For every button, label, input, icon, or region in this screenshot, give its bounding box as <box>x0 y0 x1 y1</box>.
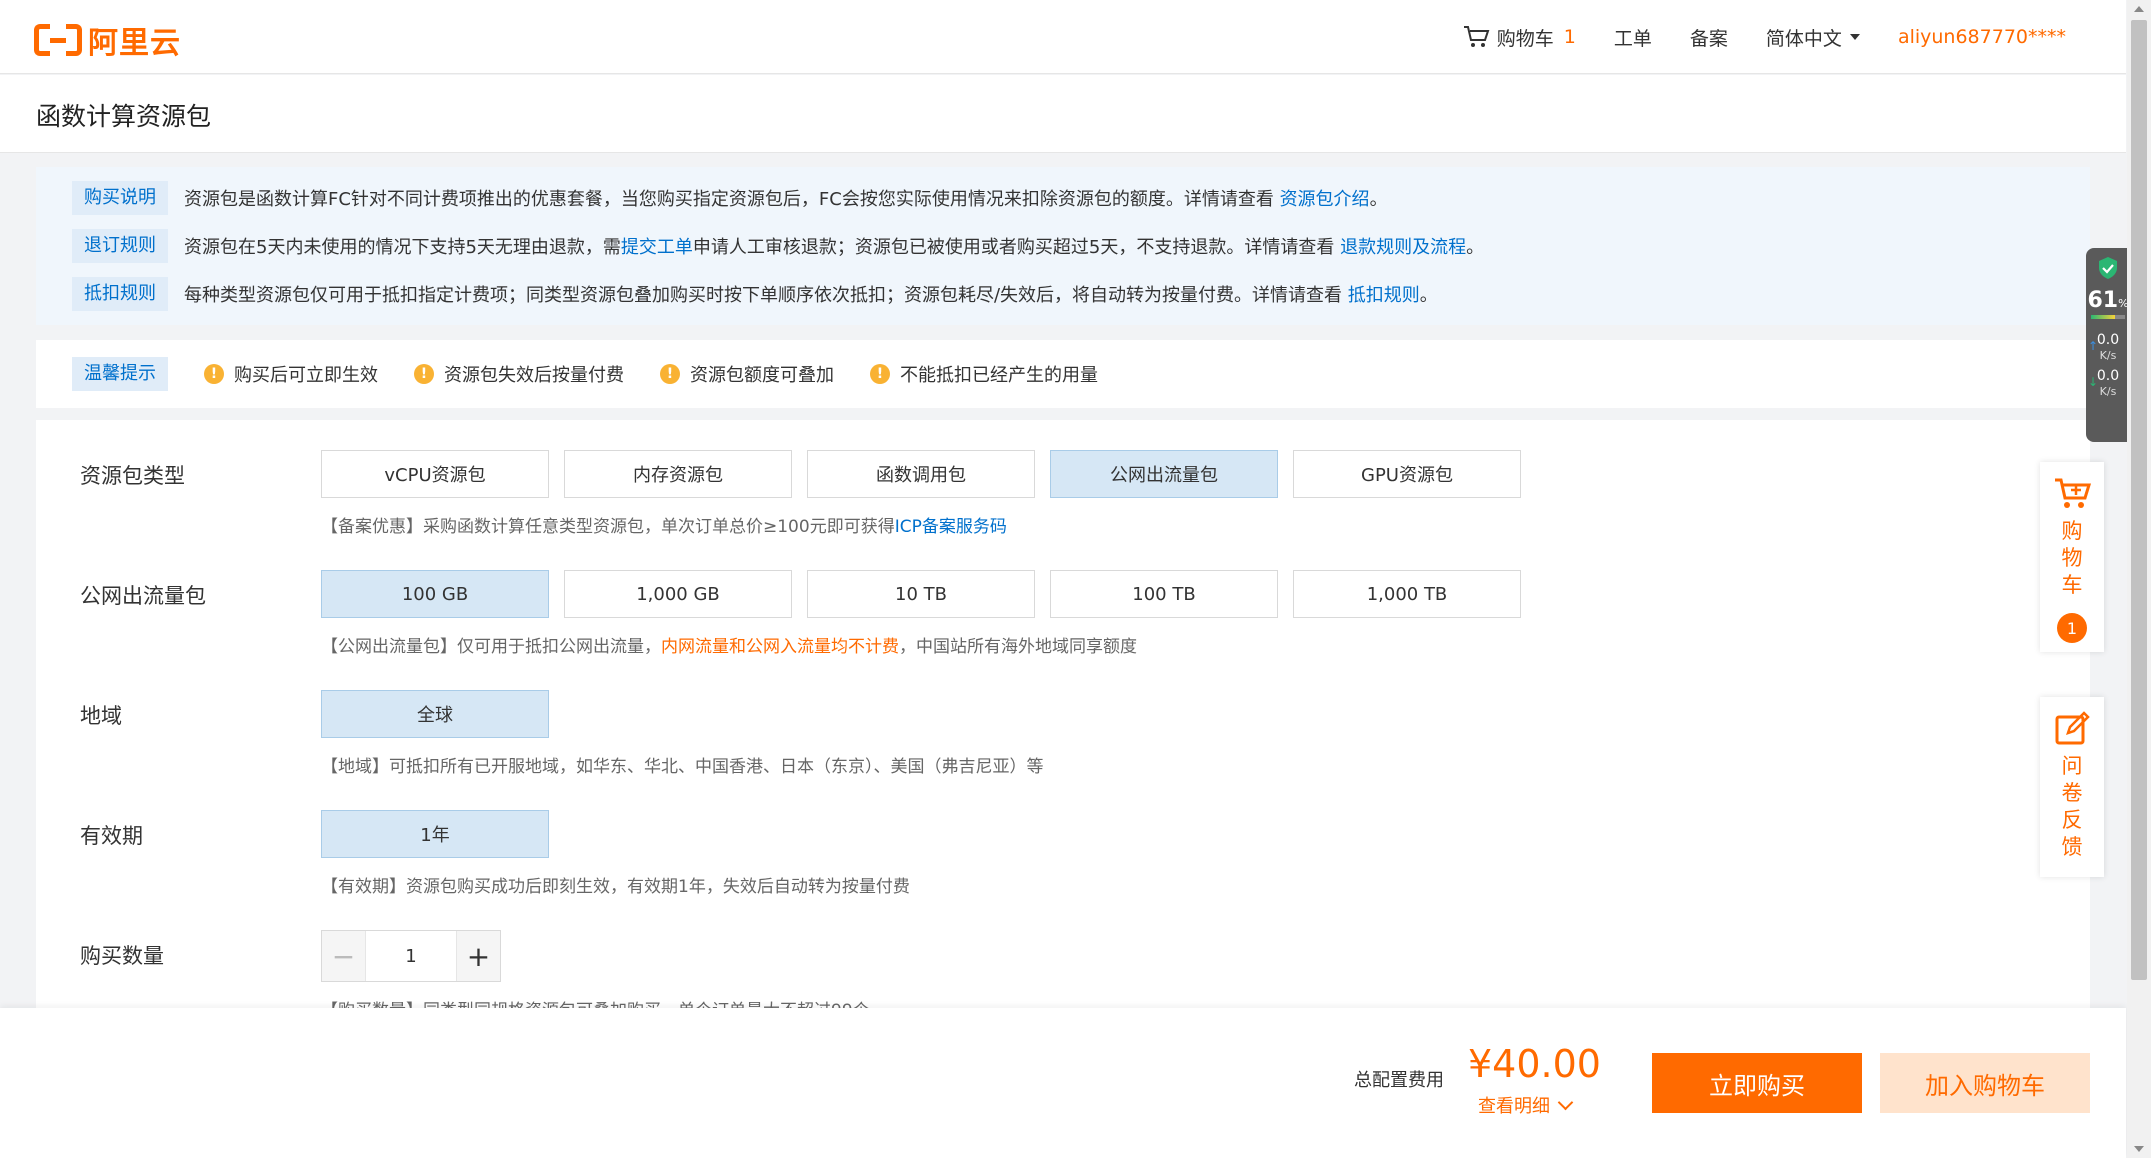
total-label: 总配置费用 <box>1354 1070 1444 1091</box>
edit-icon <box>2055 711 2090 745</box>
floating-survey[interactable]: 问卷反馈 <box>2040 697 2104 877</box>
shield-check-icon <box>2099 257 2117 279</box>
language-label: 简体中文 <box>1765 27 1842 50</box>
cart-icon <box>2055 478 2091 508</box>
option-1-year[interactable]: 1年 <box>321 810 549 858</box>
download-speed: ↓ 0.0 K/s <box>2088 368 2120 399</box>
top-nav: 购物车 1 工单 备案 简体中文 aliyun687770**** <box>1425 0 2066 74</box>
total-price: ¥40.00 <box>1468 1042 1601 1086</box>
option-memory[interactable]: 内存资源包 <box>564 450 792 498</box>
type-hint: 【备案优惠】采购函数计算任意类型资源包，单次订单总价≥100元即可获得ICP备案… <box>321 517 1007 537</box>
view-detail-link[interactable]: 查看明细 <box>1478 1092 1574 1118</box>
traffic-hint: 【公网出流量包】仅可用于抵扣公网出流量，内网流量和公网入流量均不计费，中国站所有… <box>321 637 1137 657</box>
option-outbound-traffic[interactable]: 公网出流量包 <box>1050 450 1278 498</box>
submit-ticket-link[interactable]: 提交工单 <box>621 237 693 258</box>
period-hint: 【有效期】资源包购买成功后即刻生效，有效期1年，失效后自动转为按量付费 <box>321 877 910 897</box>
caret-down-icon <box>1849 34 1860 40</box>
scrollbar-thumb[interactable] <box>2131 20 2147 980</box>
warning-icon: ! <box>870 364 890 384</box>
memory-percent: 61% <box>2087 288 2129 313</box>
page-title: 函数计算资源包 <box>36 102 212 131</box>
buy-now-button[interactable]: 立即购买 <box>1652 1053 1862 1113</box>
memory-bar <box>2091 315 2125 319</box>
scroll-up-arrow-icon[interactable] <box>2134 6 2144 12</box>
info-text: 资源包在5天内未使用的情况下支持5天无理由退款，需提交工单申请人工审核退款；资源… <box>184 237 1485 258</box>
period-label: 有效期 <box>80 824 143 848</box>
top-navbar: 阿里云 购物车 1 工单 备案 简体中文 aliyun687770**** <box>0 0 2126 74</box>
nav-cart-label: 购物车 <box>1496 27 1554 50</box>
option-1000gb[interactable]: 1,000 GB <box>564 570 792 618</box>
region-hint: 【地域】可抵扣所有已开服地域，如华东、华北、中国香港、日本（东京）、美国（弗吉尼… <box>321 757 1044 777</box>
quantity-stepper: − 1 + <box>321 930 501 982</box>
language-selector[interactable]: 简体中文 <box>1766 24 1860 51</box>
option-vcpu[interactable]: vCPU资源包 <box>321 450 549 498</box>
option-gpu[interactable]: GPU资源包 <box>1293 450 1521 498</box>
tips-panel: 温馨提示 ! 购买后可立即生效 ! 资源包失效后按量付费 ! 资源包额度可叠加 ! 不能… <box>36 340 2090 408</box>
traffic-options: 100 GB 1,000 GB 10 TB 100 TB 1,000 TB <box>321 570 1536 618</box>
warning-icon: ! <box>660 364 680 384</box>
nav-ticket[interactable]: 工单 <box>1614 24 1652 51</box>
page-scrollbar[interactable] <box>2127 0 2151 1158</box>
scroll-down-arrow-icon[interactable] <box>2134 1146 2144 1152</box>
deduction-rules-link[interactable]: 抵扣规则 <box>1348 285 1420 306</box>
info-tag: 购买说明 <box>72 181 168 215</box>
floating-cart[interactable]: 购物车 1 <box>2040 462 2104 652</box>
info-row-deduction: 抵扣规则 每种类型资源包仅可用于抵扣指定计费项；同类型资源包叠加购买时按下单顺序… <box>72 277 1438 311</box>
option-100gb[interactable]: 100 GB <box>321 570 549 618</box>
option-global[interactable]: 全球 <box>321 690 549 738</box>
arrow-up-icon: ↑ <box>2088 339 2099 353</box>
tip-item: ! 资源包失效后按量付费 <box>414 361 624 387</box>
floating-cart-label: 购物车 <box>2061 519 2083 597</box>
quantity-label: 购买数量 <box>80 944 164 968</box>
floating-survey-label: 问卷反馈 <box>2061 754 2083 859</box>
region-options: 全球 <box>321 690 564 738</box>
option-100tb[interactable]: 100 TB <box>1050 570 1278 618</box>
quantity-plus-button[interactable]: + <box>456 931 500 981</box>
traffic-label: 公网出流量包 <box>80 584 206 608</box>
tip-item: ! 购买后可立即生效 <box>204 361 378 387</box>
resource-pack-intro-link[interactable]: 资源包介绍 <box>1280 189 1370 210</box>
logo-text: 阿里云 <box>88 26 181 61</box>
info-text: 资源包是函数计算FC针对不同计费项推出的优惠套餐，当您购买指定资源包后，FC会按… <box>184 189 1388 210</box>
upload-speed: ↑ 0.0 K/s <box>2088 332 2120 363</box>
nav-cart-count: 1 <box>1563 26 1576 48</box>
add-to-cart-button[interactable]: 加入购物车 <box>1880 1053 2090 1113</box>
user-account[interactable]: aliyun687770**** <box>1898 26 2066 48</box>
type-label: 资源包类型 <box>80 464 185 488</box>
info-row-purchase: 购买说明 资源包是函数计算FC针对不同计费项推出的优惠套餐，当您购买指定资源包后… <box>72 181 1388 215</box>
quantity-input[interactable]: 1 <box>366 931 456 981</box>
network-monitor-widget[interactable]: 61% ↑ 0.0 K/s ↓ 0.0 K/s <box>2086 248 2130 442</box>
info-tag: 退订规则 <box>72 229 168 263</box>
option-1000tb[interactable]: 1,000 TB <box>1293 570 1521 618</box>
cart-icon <box>1463 26 1490 47</box>
warning-icon: ! <box>204 364 224 384</box>
icp-service-code-link[interactable]: ICP备案服务码 <box>895 517 1007 537</box>
aliyun-logo[interactable]: 阿里云 <box>34 18 181 62</box>
info-text: 每种类型资源包仅可用于抵扣指定计费项；同类型资源包叠加购买时按下单顺序依次抵扣；… <box>184 285 1438 306</box>
floating-cart-count: 1 <box>2057 613 2087 643</box>
arrow-down-icon: ↓ <box>2088 375 2099 389</box>
tip-item: ! 不能抵扣已经产生的用量 <box>870 361 1098 387</box>
quantity-minus-button[interactable]: − <box>322 931 366 981</box>
info-row-refund: 退订规则 资源包在5天内未使用的情况下支持5天无理由退款，需提交工单申请人工审核… <box>72 229 1484 263</box>
purchase-form: 资源包类型 vCPU资源包 内存资源包 函数调用包 公网出流量包 GPU资源包 … <box>36 420 2090 1010</box>
title-bar: 函数计算资源包 <box>0 75 2126 153</box>
warning-icon: ! <box>414 364 434 384</box>
tips-tag: 温馨提示 <box>72 357 168 391</box>
option-invocation[interactable]: 函数调用包 <box>807 450 1035 498</box>
region-label: 地域 <box>80 704 122 728</box>
nav-cart[interactable]: 购物车 1 <box>1463 24 1576 51</box>
chevron-down-icon <box>1557 1094 1574 1110</box>
purchase-info-panel: 购买说明 资源包是函数计算FC针对不同计费项推出的优惠套餐，当您购买指定资源包后… <box>36 167 2090 325</box>
option-10tb[interactable]: 10 TB <box>807 570 1035 618</box>
order-summary-bar: 总配置费用 ¥40.00 查看明细 立即购买 加入购物车 <box>0 1008 2126 1158</box>
tip-item: ! 资源包额度可叠加 <box>660 361 834 387</box>
period-options: 1年 <box>321 810 564 858</box>
aliyun-logo-icon <box>34 22 82 58</box>
refund-rules-link[interactable]: 退款规则及流程 <box>1340 237 1466 258</box>
nav-filing[interactable]: 备案 <box>1690 24 1728 51</box>
type-options: vCPU资源包 内存资源包 函数调用包 公网出流量包 GPU资源包 <box>321 450 1536 498</box>
info-tag: 抵扣规则 <box>72 277 168 311</box>
tips-row: 温馨提示 ! 购买后可立即生效 ! 资源包失效后按量付费 ! 资源包额度可叠加 ! 不能… <box>72 357 1098 391</box>
